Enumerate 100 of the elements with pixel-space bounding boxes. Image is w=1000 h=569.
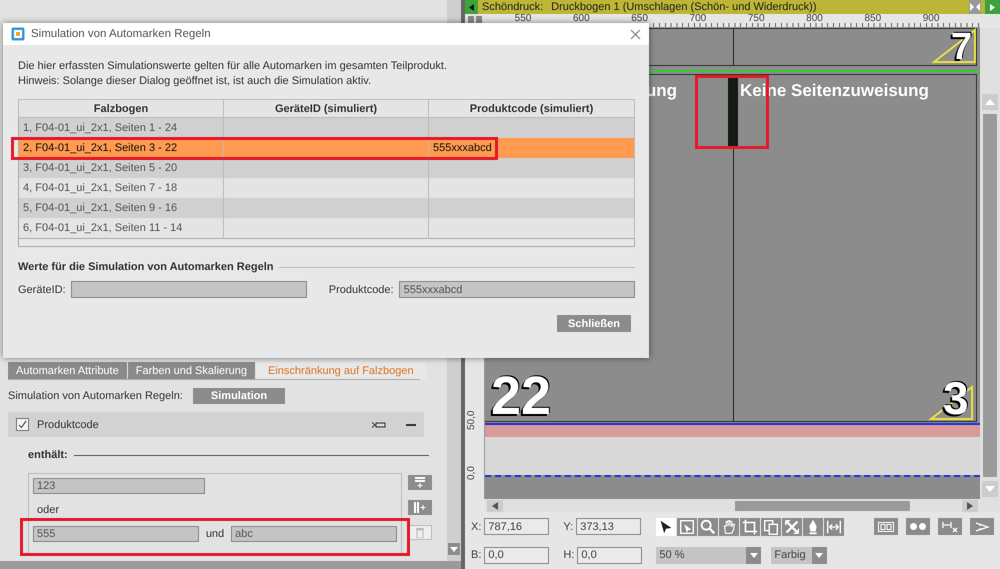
- simulation-button[interactable]: Simulation: [192, 388, 286, 404]
- table-row[interactable]: 3, F04-01_ui_2x1, Seiten 5 - 20: [18, 158, 634, 178]
- mirror-button[interactable]: [969, 0, 981, 14]
- sheet-side: Schöndruck:: [482, 1, 544, 13]
- right-arrow-icon: [967, 502, 973, 510]
- app-icon: [11, 27, 25, 41]
- input-field[interactable]: [70, 281, 308, 298]
- ruler-label: 750: [748, 13, 765, 24]
- scrollbar-thumb[interactable]: [983, 114, 997, 477]
- input-field[interactable]: abc: [231, 526, 397, 542]
- condition-label: Produktcode: [37, 418, 99, 430]
- delete-button[interactable]: [408, 525, 432, 540]
- previous-button[interactable]: [465, 0, 478, 14]
- measure-cross-icon: [942, 520, 958, 532]
- or-label: oder: [37, 504, 60, 516]
- zoom-tool-button[interactable]: [698, 518, 718, 536]
- table-cell: 1, F04-01_ui_2x1, Seiten 1 - 24: [18, 118, 224, 138]
- caret-icon: [815, 552, 824, 558]
- beam-icon: [974, 520, 990, 532]
- input-field[interactable]: 123: [33, 478, 205, 494]
- left-arrow-icon: [492, 502, 498, 510]
- scroll-down-button[interactable]: [448, 543, 460, 555]
- dialog-title: Simulation von Automarken Regeln: [31, 28, 211, 40]
- and-label: und: [206, 528, 224, 540]
- input-field[interactable]: 555xxxabcd: [398, 281, 635, 298]
- input-field[interactable]: 0,0: [577, 546, 642, 564]
- dialog-intro-text: Die hier erfassten Simulationswerte gelten für alle Automarken im gesamten Teilprodukt.: [18, 59, 448, 74]
- section-title: Werte für die Simulation von Automarken Regeln: [18, 261, 274, 273]
- pointer-tool-button[interactable]: [656, 518, 676, 536]
- input-field[interactable]: 373,13: [576, 518, 642, 535]
- input-field[interactable]: 555: [33, 526, 199, 542]
- two-pages-icon: [878, 522, 894, 532]
- coordinate-label: Y:: [563, 520, 574, 532]
- ruler-label: 0,0: [466, 466, 477, 480]
- close-icon[interactable]: [630, 28, 641, 40]
- table-cell: 3, F04-01_ui_2x1, Seiten 5 - 20: [18, 158, 224, 178]
- measure-clear-button[interactable]: [938, 518, 962, 535]
- measure-tool-button[interactable]: [824, 518, 844, 536]
- table-cell: 555xxxabcd: [428, 138, 634, 158]
- table-row[interactable]: 1, F04-01_ui_2x1, Seiten 1 - 24: [18, 118, 634, 138]
- table-cell: 6, F04-01_ui_2x1, Seiten 11 - 14: [18, 218, 224, 238]
- scroll-right-button[interactable]: [962, 500, 978, 512]
- hand-tool-button[interactable]: [719, 518, 740, 536]
- add-row-button[interactable]: [408, 475, 432, 490]
- tab[interactable]: Einschränkung auf Falzbogen: [256, 362, 426, 379]
- crop-icon: [741, 518, 760, 536]
- next-button[interactable]: [985, 0, 1000, 14]
- table-row[interactable]: 4, F04-01_ui_2x1, Seiten 7 - 18: [18, 178, 634, 198]
- pages-tool-button[interactable]: [761, 518, 782, 536]
- minus-icon[interactable]: [406, 424, 416, 426]
- table-row[interactable]: 5, F04-01_ui_2x1, Seiten 9 - 16: [18, 198, 634, 218]
- table-row[interactable]: 6, F04-01_ui_2x1, Seiten 11 - 14: [18, 218, 634, 238]
- cross-arrows-icon: [783, 518, 802, 536]
- coordinate-label: X:: [471, 520, 482, 532]
- close-button[interactable]: Schließen: [557, 315, 631, 332]
- up-arrow-icon: [985, 99, 995, 105]
- input-field[interactable]: 0,0: [484, 546, 550, 564]
- crop-tool-button[interactable]: [740, 518, 760, 536]
- gears-icon: [909, 522, 927, 531]
- field-label: Produktcode:: [328, 284, 394, 296]
- ruler-label: 900: [922, 13, 940, 24]
- connector-icon[interactable]: [372, 422, 386, 428]
- cross-tool-button[interactable]: [782, 518, 802, 536]
- coordinate-label: B:: [471, 549, 482, 561]
- checkbox[interactable]: [16, 418, 29, 431]
- ruler-label: 600: [572, 13, 590, 24]
- trash-icon: [415, 527, 425, 538]
- ruler-label: 50,0: [466, 410, 477, 430]
- add-column-icon: [413, 502, 427, 513]
- field-label: GeräteID:: [18, 284, 66, 296]
- pen-tool-button[interactable]: [803, 518, 824, 536]
- column-header: Produktcode (simuliert): [428, 100, 634, 118]
- column-header: Falzbogen: [18, 100, 224, 118]
- down-arrow-icon: [985, 486, 995, 492]
- table-row[interactable]: 2, F04-01_ui_2x1, Seiten 3 - 22 555xxxabcd: [18, 138, 634, 158]
- caret-icon: [750, 552, 758, 558]
- table-cell: 4, F04-01_ui_2x1, Seiten 7 - 18: [18, 178, 224, 198]
- ruler-label: 800: [806, 13, 823, 24]
- color-mode-dropdown[interactable]: Farbig: [771, 546, 827, 564]
- mirror-icon: [970, 3, 980, 11]
- scroll-left-button[interactable]: [487, 500, 503, 512]
- zoom-dropdown[interactable]: 50 %: [656, 546, 762, 564]
- input-field[interactable]: 787,16: [484, 518, 550, 535]
- settings-button[interactable]: [906, 518, 930, 535]
- tab[interactable]: Farben und Skalierung: [128, 362, 256, 379]
- sheet-title: Druckbogen 1 (Umschlagen (Schön- und Widerdruck)): [551, 1, 816, 13]
- ruler-label: 550: [514, 13, 532, 24]
- pages-icon: [762, 518, 780, 536]
- preview-button[interactable]: [970, 518, 994, 535]
- coordinate-label: H:: [563, 549, 574, 561]
- contains-label: enthält:: [28, 449, 68, 461]
- tab[interactable]: Automarken Attribute: [8, 362, 127, 379]
- column-header: GeräteID (simuliert): [224, 100, 428, 118]
- down-arrow-icon: [450, 546, 458, 552]
- search-icon: [699, 518, 718, 536]
- layout-button[interactable]: [874, 518, 898, 535]
- add-column-button[interactable]: [408, 500, 432, 515]
- page-number: 22: [491, 369, 552, 423]
- scrollbar-thumb[interactable]: [735, 500, 910, 510]
- simulation-label: Simulation von Automarken Regeln:: [8, 390, 183, 402]
